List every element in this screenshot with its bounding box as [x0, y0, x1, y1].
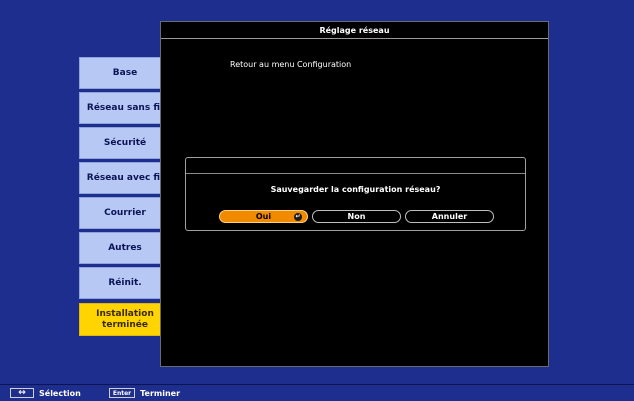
sidebar-item-autres[interactable]: Autres: [79, 232, 171, 264]
dialog-header: [186, 158, 525, 174]
sidebar-item-label: Réseau sans fil: [86, 102, 164, 113]
sidebar-item-label: Installation terminée: [96, 308, 154, 330]
sidebar-item-securite[interactable]: Sécurité: [79, 127, 171, 159]
sidebar-item-label: Courrier: [104, 207, 146, 218]
enter-return-icon: ↵: [294, 213, 302, 221]
left-right-arrow-icon: ↔: [10, 388, 34, 398]
sidebar-item-courrier[interactable]: Courrier: [79, 197, 171, 229]
sidebar-item-base[interactable]: Base: [79, 57, 171, 89]
sidebar-item-reinit[interactable]: Réinit.: [79, 267, 171, 299]
no-button-label: Non: [347, 212, 366, 221]
panel-title: Réglage réseau: [161, 22, 548, 39]
enter-key-icon: Enter: [108, 388, 136, 398]
no-button[interactable]: Non: [312, 210, 401, 223]
select-hint-label: Sélection: [39, 388, 81, 398]
bottom-help-bar: ↔ Sélection Enter Terminer: [0, 384, 634, 401]
sidebar-item-installation-terminee[interactable]: Installation terminée: [79, 303, 171, 336]
sidebar-item-reseau-sans-fil[interactable]: Réseau sans fil: [79, 92, 171, 124]
dialog-question: Sauvegarder la configuration réseau?: [270, 185, 441, 194]
sidebar-item-label: Sécurité: [103, 137, 147, 148]
yes-button-label: Oui: [255, 212, 272, 221]
sidebar-item-label: Base: [112, 67, 138, 78]
finish-hint-label: Terminer: [140, 388, 181, 398]
sidebar-item-reseau-avec-fil[interactable]: Réseau avec fil: [79, 162, 171, 194]
sidebar-item-label: Réinit.: [108, 277, 142, 288]
cancel-button-label: Annuler: [431, 212, 468, 221]
back-to-config-menu-link[interactable]: Retour au menu Configuration: [230, 60, 351, 69]
save-confirmation-dialog: Sauvegarder la configuration réseau? Oui…: [185, 157, 526, 231]
cancel-button[interactable]: Annuler: [405, 210, 494, 223]
yes-button[interactable]: Oui ↵: [219, 210, 308, 223]
sidebar-item-label: Réseau avec fil: [86, 172, 164, 183]
sidebar-item-label: Autres: [108, 242, 142, 253]
